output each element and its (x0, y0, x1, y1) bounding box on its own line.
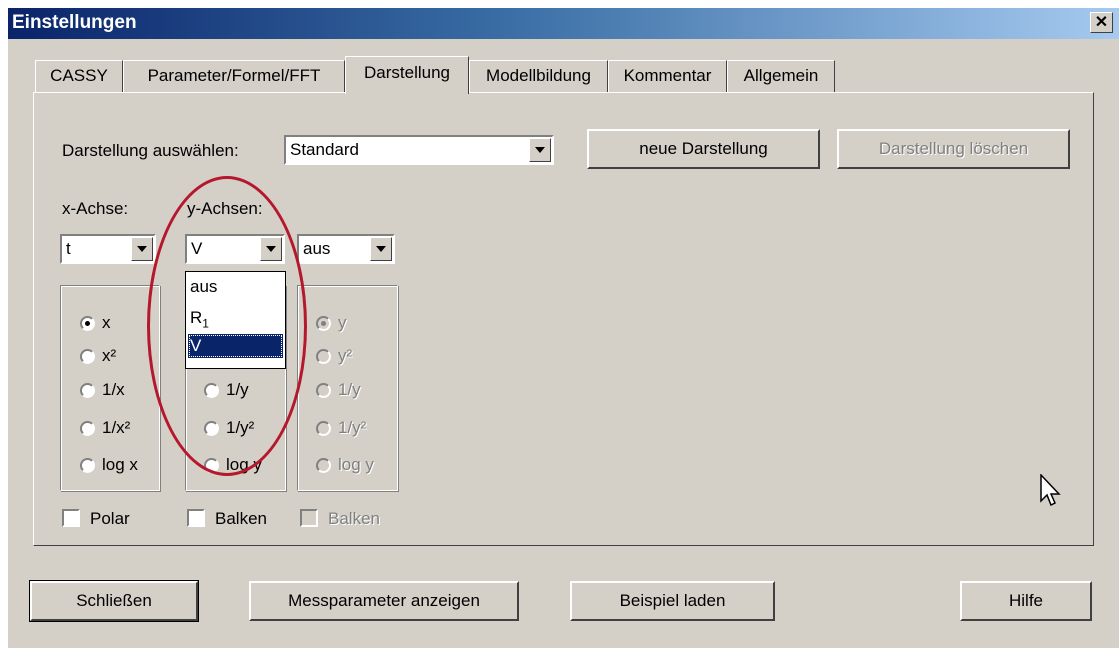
tab-allgemein[interactable]: Allgemein (727, 60, 835, 93)
y2-transform-option: y² (338, 346, 353, 365)
radio-icon (80, 316, 95, 331)
balken-label: Balken (215, 509, 267, 528)
radio-icon (204, 383, 219, 398)
tab-modellbildung[interactable]: Modellbildung (469, 60, 608, 93)
y-axis-dropdown-list: aus R1 V (185, 271, 286, 369)
radio-icon (316, 458, 331, 473)
radio-icon (204, 458, 219, 473)
title-bar (8, 8, 1119, 39)
y-axis-select-1-value: V (191, 239, 203, 258)
darstellung-select-value: Standard (290, 140, 359, 159)
y1-transform-option: log y (226, 455, 262, 474)
dropdown-option-r1[interactable]: R1 (188, 306, 283, 330)
y-axis-label: y-Achsen: (187, 199, 263, 218)
y1-transform-option: 1/y² (226, 418, 255, 437)
darstellung-select[interactable]: Standard (284, 135, 554, 165)
x-transform-option: x² (102, 346, 117, 365)
tab-parameter-formel-fft[interactable]: Parameter/Formel/FFT (123, 60, 345, 93)
dropdown-option-v[interactable]: V (188, 334, 283, 358)
y-axis-select-1[interactable]: V (185, 234, 285, 264)
tab-darstellung[interactable]: Darstellung (345, 56, 469, 94)
mouse-cursor-icon (1040, 474, 1061, 507)
checkbox-icon (62, 509, 80, 527)
y2-transform-option: 1/y (338, 380, 361, 399)
y1-transform-option: 1/y (226, 380, 249, 399)
y-axis-select-2[interactable]: aus (297, 234, 395, 264)
dropdown-option-aus[interactable]: aus (188, 275, 283, 299)
tab-kommentar[interactable]: Kommentar (608, 60, 727, 93)
close-button[interactable]: ✕ (1090, 12, 1113, 33)
radio-icon (316, 349, 331, 364)
x-transform-option: log x (102, 455, 138, 474)
chevron-down-icon[interactable] (370, 237, 392, 261)
x-transform-option: 1/x (102, 380, 125, 399)
radio-icon (316, 421, 331, 436)
x-axis-select-value: t (66, 239, 71, 258)
x-transform-option: 1/x² (102, 418, 131, 437)
window-title: Einstellungen (12, 12, 137, 33)
dropdown-option-r1-subscript: 1 (202, 316, 209, 331)
radio-icon (80, 349, 95, 364)
help-button[interactable]: Hilfe (960, 581, 1092, 621)
x-axis-label: x-Achse: (62, 199, 129, 218)
radio-icon (80, 383, 95, 398)
radio-icon (80, 458, 95, 473)
x-axis-select[interactable]: t (60, 234, 156, 264)
balken-2-label: Balken (328, 509, 380, 528)
radio-icon (316, 383, 331, 398)
polar-label: Polar (90, 509, 130, 528)
chevron-down-icon[interactable] (131, 237, 153, 261)
checkbox-icon (187, 509, 205, 527)
y2-transform-option: y (338, 313, 347, 332)
radio-icon (80, 421, 95, 436)
new-darstellung-button[interactable]: neue Darstellung (587, 129, 820, 169)
dropdown-option-r1-label: R (190, 308, 203, 327)
y2-transform-option: 1/y² (338, 418, 367, 437)
darstellung-select-label: Darstellung auswählen: (62, 141, 239, 160)
tab-cassy[interactable]: CASSY (35, 60, 123, 93)
delete-darstellung-button[interactable]: Darstellung löschen (837, 129, 1070, 169)
chevron-down-icon[interactable] (260, 237, 282, 261)
checkbox-icon (300, 509, 318, 527)
chevron-down-icon[interactable] (529, 138, 551, 162)
radio-icon (316, 316, 331, 331)
close-dialog-button[interactable]: Schließen (29, 580, 199, 622)
load-example-button[interactable]: Beispiel laden (570, 581, 775, 621)
y-axis-select-2-value: aus (303, 239, 331, 258)
y2-transform-option: log y (338, 455, 374, 474)
show-params-button[interactable]: Messparameter anzeigen (249, 581, 519, 621)
x-transform-option: x (102, 313, 111, 332)
radio-icon (204, 421, 219, 436)
